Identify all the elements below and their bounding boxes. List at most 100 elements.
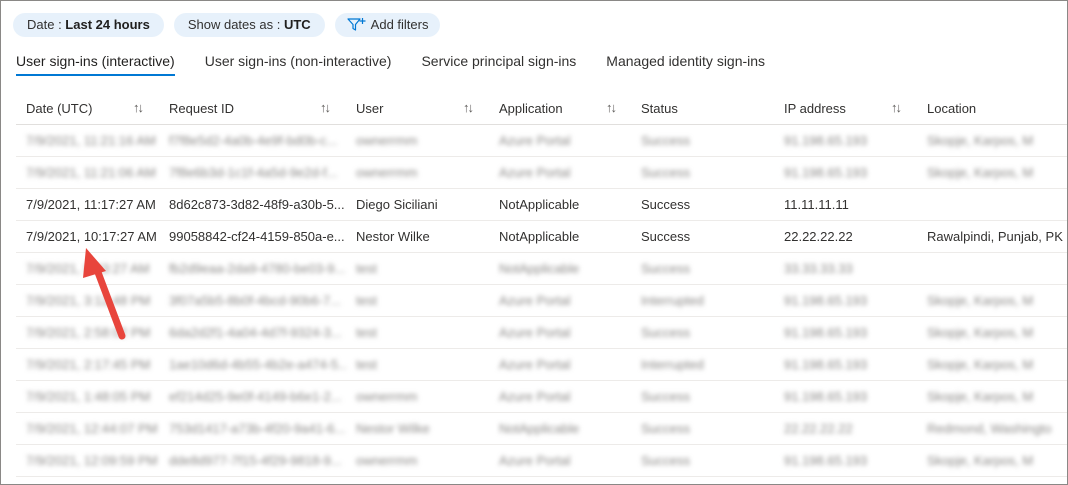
column-header-user[interactable]: User (356, 101, 383, 116)
date-filter-label: Date : (27, 17, 66, 32)
cell-request-id: 753d1417-a73b-4f20-9a41-6... (169, 421, 346, 436)
cell-status: Success (641, 133, 691, 148)
cell-application: Azure Portal (499, 133, 571, 148)
cell-ip-address: 91.198.65.193 (784, 165, 868, 180)
cell-ip-address: 33.33.33.33 (784, 261, 853, 276)
cell-ip-address: 22.22.22.22 (784, 229, 853, 244)
cell-date: 7/9/2021, 11:17:27 AM (26, 197, 156, 212)
sort-ip-address-icon[interactable]: ↑↓ (891, 100, 902, 115)
cell-status: Success (641, 229, 691, 244)
cell-date: 7/9/2021, 2:17:45 PM (26, 357, 151, 372)
column-header-location[interactable]: Location (927, 101, 976, 116)
add-filters-button[interactable]: Add filters (334, 13, 441, 37)
cell-date: 7/9/2021, 1:48:05 PM (26, 389, 151, 404)
cell-date: 7/9/2021, 11:21:16 AM (26, 133, 156, 148)
column-header-request-id[interactable]: Request ID (169, 101, 234, 116)
sign-ins-table: Date (UTC) ↑↓ Request ID ↑↓ User ↑↓ Appl… (16, 92, 1067, 477)
cell-request-id: f7f8e5d2-4a0b-4e9f-bd0b-c... (169, 133, 338, 148)
table-row[interactable]: 7/9/2021, 12:44:07 PM 753d1417-a73b-4f20-… (16, 413, 1067, 445)
cell-location: Skopje, Karpos, M (927, 325, 1034, 340)
cell-user: test (356, 261, 377, 276)
cell-application: NotApplicable (499, 421, 580, 436)
cell-status: Success (641, 165, 691, 180)
cell-application: Azure Portal (499, 293, 571, 308)
sort-user-icon[interactable]: ↑↓ (463, 100, 474, 115)
table-row[interactable]: 7/9/2021, 11:21:16 AM f7f8e5d2-4a0b-4e9f-… (16, 125, 1067, 157)
cell-location: Skopje, Karpos, M (927, 165, 1034, 180)
cell-location: Skopje, Karpos, M (927, 357, 1034, 372)
cell-ip-address: 91.198.65.193 (784, 357, 868, 372)
cell-status: Interrupted (641, 293, 704, 308)
table-row[interactable]: 7/9/2021, 3:12:48 PM 3f07a5b5-8b0f-4bcd-9… (16, 285, 1067, 317)
cell-user: Diego Siciliani (356, 197, 438, 212)
cell-request-id: dde8d977-7f15-4f29-9818-9... (169, 453, 342, 468)
cell-status: Success (641, 197, 691, 212)
cell-location: Skopje, Karpos, M (927, 389, 1034, 404)
cell-user: Nestor Wilke (356, 229, 430, 244)
cell-location: Skopje, Karpos, M (927, 453, 1034, 468)
cell-user: ownerrmm (356, 165, 418, 180)
sign-in-tabs: User sign-ins (interactive) User sign-in… (16, 53, 795, 76)
tab-user-sign-ins-interactive[interactable]: User sign-ins (interactive) (16, 53, 175, 76)
cell-ip-address: 91.198.65.193 (784, 133, 868, 148)
sort-application-icon[interactable]: ↑↓ (606, 100, 617, 115)
column-header-date[interactable]: Date (UTC) (26, 101, 92, 116)
table-row[interactable]: 7/9/2021, 10:17:27 AM 99058842-cf24-4159-… (16, 221, 1067, 253)
cell-date: 7/9/2021, 10:17:27 AM (26, 229, 157, 244)
table-row[interactable]: 7/9/2021, 11:17:27 AM 8d62c873-3d82-48f9-… (16, 189, 1067, 221)
cell-status: Success (641, 325, 691, 340)
cell-application: NotApplicable (499, 261, 580, 276)
cell-request-id: 7f8e6b3d-1c1f-4a5d-9e2d-f... (169, 165, 338, 180)
sign-ins-panel: Date : Last 24 hours Show dates as : UTC… (0, 0, 1068, 485)
tab-managed-identity-sign-ins[interactable]: Managed identity sign-ins (606, 53, 765, 76)
sort-date-icon[interactable]: ↑↓ (133, 100, 144, 115)
column-header-status[interactable]: Status (641, 101, 678, 116)
tab-service-principal-sign-ins[interactable]: Service principal sign-ins (421, 53, 576, 76)
cell-request-id: 6da2d2f1-4a04-4d7f-9324-3... (169, 325, 342, 340)
date-filter-value: Last 24 hours (65, 17, 150, 32)
date-filter-pill[interactable]: Date : Last 24 hours (13, 13, 164, 37)
cell-location: Redmond, Washingto (927, 421, 1052, 436)
cell-status: Success (641, 421, 691, 436)
cell-location: Rawalpindi, Punjab, PK (927, 229, 1063, 244)
show-dates-value: UTC (283, 17, 311, 32)
table-row[interactable]: 7/9/2021, 2:58:02 PM 6da2d2f1-4a04-4d7f-9… (16, 317, 1067, 349)
column-header-ip-address[interactable]: IP address (784, 101, 846, 116)
show-dates-pill[interactable]: Show dates as : UTC (173, 13, 325, 37)
cell-application: Azure Portal (499, 165, 571, 180)
table-row[interactable]: 7/9/2021, 12:09:59 PM dde8d977-7f15-4f29-… (16, 445, 1067, 477)
cell-application: NotApplicable (499, 229, 580, 244)
cell-date: 7/9/2021, 2:58:02 PM (26, 325, 151, 340)
cell-date: 7/9/2021, 12:44:07 PM (26, 421, 158, 436)
cell-request-id: 1ae10d6d-4b55-4b2e-a474-5... (169, 357, 347, 372)
cell-request-id: fb2d9eaa-2da9-4780-be03-9... (169, 261, 346, 276)
table-body: 7/9/2021, 11:21:16 AM f7f8e5d2-4a0b-4e9f-… (16, 125, 1067, 477)
table-row[interactable]: 7/9/2021, 9:43:27 AM fb2d9eaa-2da9-4780-b… (16, 253, 1067, 285)
cell-status: Success (641, 453, 691, 468)
cell-request-id: ef214d25-9e0f-4149-b6e1-2... (169, 389, 342, 404)
cell-application: Azure Portal (499, 357, 571, 372)
cell-status: Success (641, 389, 691, 404)
cell-application: NotApplicable (499, 197, 580, 212)
cell-status: Interrupted (641, 357, 704, 372)
column-header-application[interactable]: Application (499, 101, 563, 116)
cell-date: 7/9/2021, 9:43:27 AM (26, 261, 150, 276)
add-filters-label: Add filters (370, 17, 429, 32)
cell-ip-address: 11.11.11.11 (784, 197, 849, 212)
cell-user: ownerrmm (356, 453, 418, 468)
sort-request-id-icon[interactable]: ↑↓ (320, 100, 331, 115)
table-row[interactable]: 7/9/2021, 1:48:05 PM ef214d25-9e0f-4149-b… (16, 381, 1067, 413)
cell-ip-address: 91.198.65.193 (784, 325, 868, 340)
cell-user: Nestor Wilke (356, 421, 430, 436)
table-row[interactable]: 7/9/2021, 11:21:06 AM 7f8e6b3d-1c1f-4a5d-… (16, 157, 1067, 189)
filter-bar: Date : Last 24 hours Show dates as : UTC… (13, 13, 441, 37)
tab-user-sign-ins-non-interactive[interactable]: User sign-ins (non-interactive) (205, 53, 392, 76)
cell-user: test (356, 325, 377, 340)
cell-status: Success (641, 261, 691, 276)
show-dates-label: Show dates as : (187, 17, 284, 32)
cell-date: 7/9/2021, 11:21:06 AM (26, 165, 156, 180)
cell-ip-address: 91.198.65.193 (784, 389, 868, 404)
cell-date: 7/9/2021, 12:09:59 PM (26, 453, 158, 468)
cell-ip-address: 91.198.65.193 (784, 453, 868, 468)
table-row[interactable]: 7/9/2021, 2:17:45 PM 1ae10d6d-4b55-4b2e-a… (16, 349, 1067, 381)
